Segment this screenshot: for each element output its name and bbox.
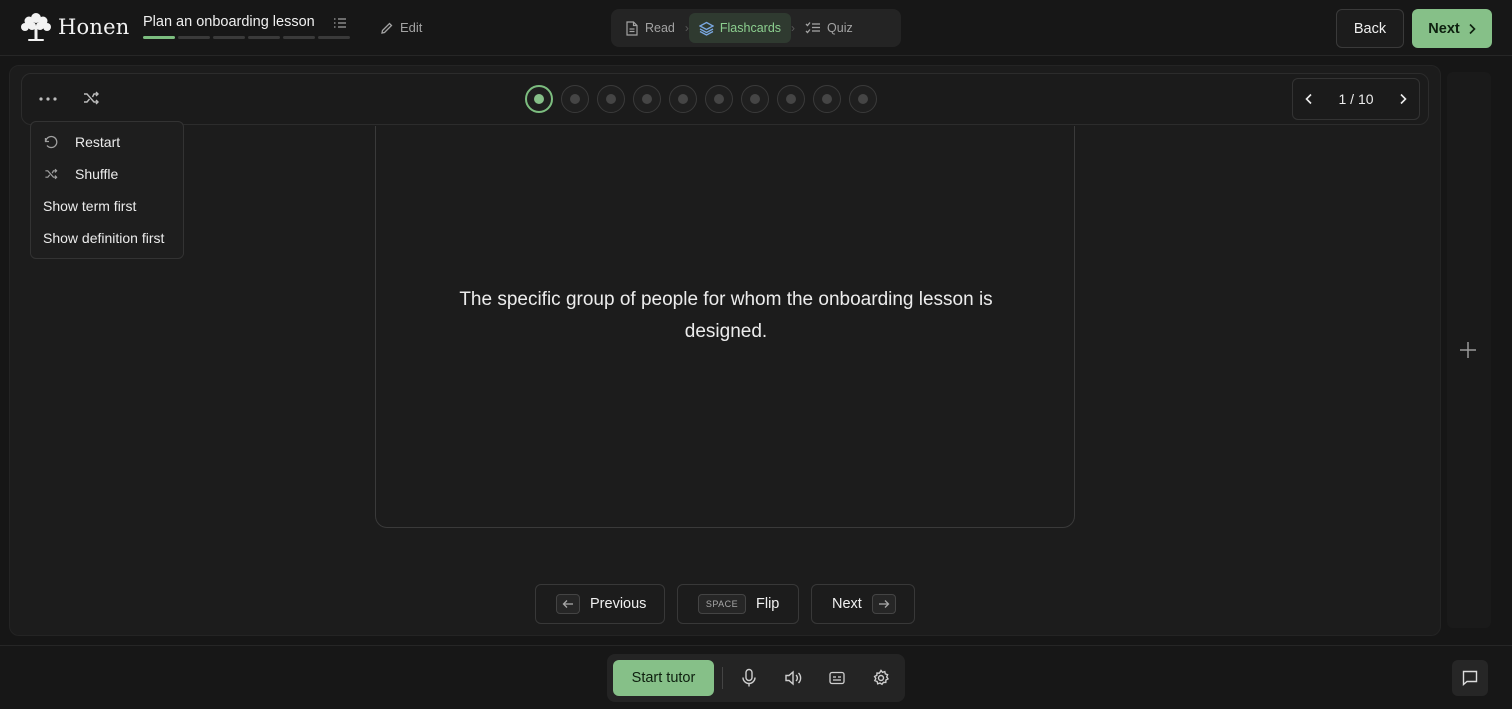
space-key: SPACE xyxy=(698,594,746,614)
mode-switcher: Read › Flashcards › Quiz xyxy=(611,9,901,47)
menu-item-label: Show definition first xyxy=(43,230,165,246)
previous-label: Previous xyxy=(590,596,647,612)
brand-logo[interactable]: Honen xyxy=(20,12,129,42)
card-dot[interactable] xyxy=(669,85,697,113)
arrow-right-icon xyxy=(878,599,890,609)
more-horizontal-icon xyxy=(39,97,57,101)
microphone-button[interactable] xyxy=(741,668,757,688)
tab-quiz-label: Quiz xyxy=(827,21,853,35)
card-dot[interactable] xyxy=(525,85,553,113)
settings-button[interactable] xyxy=(872,668,890,688)
lesson-outline-button[interactable] xyxy=(333,16,347,30)
flip-label: Flip xyxy=(756,596,780,612)
tree-logo-icon xyxy=(20,12,52,42)
card-progress-dots xyxy=(525,85,877,113)
more-options-button[interactable] xyxy=(37,89,59,109)
card-counter: 1 / 10 xyxy=(1338,91,1374,107)
plus-icon xyxy=(1458,340,1478,360)
speaker-button[interactable] xyxy=(784,668,802,688)
card-dot[interactable] xyxy=(813,85,841,113)
next-label: Next xyxy=(832,596,862,612)
progress-segment xyxy=(283,36,315,39)
progress-segment xyxy=(143,36,175,39)
edit-button[interactable]: Edit xyxy=(380,20,422,35)
card-dot[interactable] xyxy=(705,85,733,113)
shuffle-button[interactable] xyxy=(81,88,101,108)
chat-icon xyxy=(1461,669,1479,687)
shuffle-icon xyxy=(43,166,59,182)
progress-segment xyxy=(318,36,350,39)
card-dot[interactable] xyxy=(561,85,589,113)
menu-item-label: Restart xyxy=(75,134,121,150)
pager-prev-button[interactable] xyxy=(1305,93,1313,105)
checklist-icon xyxy=(805,21,821,35)
menu-item-label: Shuffle xyxy=(75,166,119,182)
pager-next-button[interactable] xyxy=(1399,93,1407,105)
toolbar-divider xyxy=(722,667,723,689)
menu-item-label: Show term first xyxy=(43,198,137,214)
lesson-title: Plan an onboarding lesson xyxy=(143,14,315,30)
options-menu: Restart Shuffle Show term first Show def… xyxy=(30,121,184,259)
flashcard-text: The specific group of people for whom th… xyxy=(459,289,993,342)
document-icon xyxy=(625,20,639,36)
card-dot[interactable] xyxy=(597,85,625,113)
tab-read-label: Read xyxy=(645,21,675,35)
next-card-button[interactable]: Next xyxy=(811,584,915,624)
arrow-left-key xyxy=(556,594,580,614)
shuffle-icon xyxy=(81,88,101,108)
speaker-icon xyxy=(784,668,802,688)
start-tutor-button[interactable]: Start tutor xyxy=(613,660,714,696)
menu-item-shuffle[interactable]: Shuffle xyxy=(31,158,183,190)
menu-item-show-definition-first[interactable]: Show definition first xyxy=(31,222,183,254)
restart-icon xyxy=(43,134,59,150)
card-dot[interactable] xyxy=(633,85,661,113)
brand-name: Honen xyxy=(58,15,130,39)
chevron-left-icon xyxy=(1305,93,1313,105)
layers-icon xyxy=(698,21,714,36)
card-dot[interactable] xyxy=(777,85,805,113)
flashcard[interactable]: The specific group of people for whom th… xyxy=(375,126,1075,528)
card-dot[interactable] xyxy=(849,85,877,113)
menu-item-restart[interactable]: Restart xyxy=(31,126,183,158)
chevron-right-icon xyxy=(1468,23,1476,35)
arrow-left-icon xyxy=(562,599,574,609)
gear-icon xyxy=(872,668,890,688)
flip-card-button[interactable]: SPACE Flip xyxy=(677,584,799,624)
menu-item-show-term-first[interactable]: Show term first xyxy=(31,190,183,222)
edit-label: Edit xyxy=(400,20,423,35)
lesson-progress xyxy=(143,36,350,39)
next-step-label: Next xyxy=(1428,20,1460,37)
pencil-icon xyxy=(380,21,394,35)
card-dot[interactable] xyxy=(741,85,769,113)
lesson-header: Plan an onboarding lesson xyxy=(143,14,350,39)
progress-segment xyxy=(248,36,280,39)
arrow-right-key xyxy=(871,594,896,614)
captions-icon xyxy=(829,668,845,688)
microphone-icon xyxy=(741,668,757,688)
tab-flashcards[interactable]: Flashcards xyxy=(688,13,792,43)
tab-quiz[interactable]: Quiz xyxy=(795,13,863,43)
previous-card-button[interactable]: Previous xyxy=(535,584,665,624)
chat-button[interactable] xyxy=(1452,660,1488,696)
back-button[interactable]: Back xyxy=(1336,9,1404,48)
list-icon xyxy=(333,16,347,30)
next-step-button[interactable]: Next xyxy=(1412,9,1492,48)
tab-read[interactable]: Read xyxy=(615,13,685,43)
add-button[interactable] xyxy=(1458,340,1478,360)
captions-button[interactable] xyxy=(829,668,845,688)
tab-flashcards-label: Flashcards xyxy=(719,21,782,35)
chevron-right-icon xyxy=(1399,93,1407,105)
progress-segment xyxy=(178,36,210,39)
progress-segment xyxy=(213,36,245,39)
card-pager: 1 / 10 xyxy=(1292,78,1420,120)
